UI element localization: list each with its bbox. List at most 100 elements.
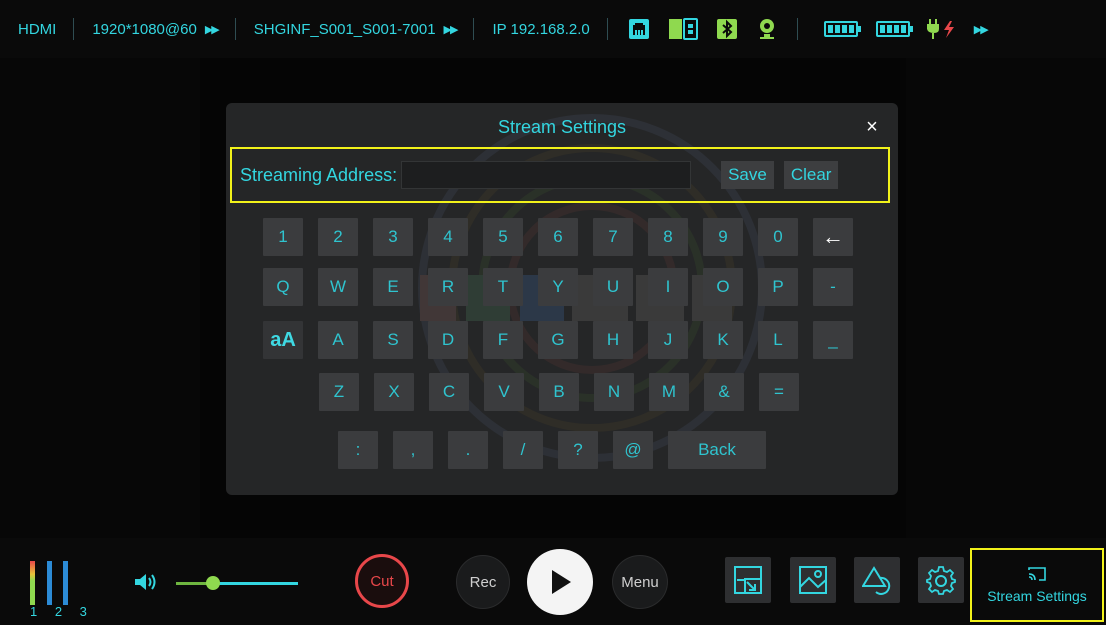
key-p[interactable]: P [758, 268, 798, 306]
audio-meter-1 [30, 561, 35, 605]
key-e[interactable]: E [373, 268, 413, 306]
video-border-right [906, 58, 1106, 538]
back-key[interactable]: Back [668, 431, 766, 469]
volume-slider[interactable] [176, 582, 298, 585]
key-k[interactable]: K [703, 321, 743, 359]
key-9[interactable]: 9 [703, 218, 743, 256]
key-x[interactable]: X [374, 373, 414, 411]
filename-label: SHGINF_S001_S001-7001 [253, 20, 436, 38]
cut-label: Cut [370, 572, 394, 590]
key-a[interactable]: A [318, 321, 358, 359]
pip-button[interactable] [725, 557, 771, 603]
image-icon [799, 566, 827, 594]
ip-label: IP 192.168.2.0 [492, 20, 590, 38]
audio-meter-3 [63, 561, 68, 605]
shapes-button[interactable] [854, 557, 900, 603]
key-n[interactable]: N [594, 373, 634, 411]
cut-button[interactable]: Cut [355, 554, 409, 608]
key-d[interactable]: D [428, 321, 468, 359]
key-5[interactable]: 5 [483, 218, 523, 256]
key-t[interactable]: T [483, 268, 523, 306]
backspace-key[interactable]: ← [813, 218, 853, 256]
key-6[interactable]: 6 [538, 218, 578, 256]
settings-button[interactable] [918, 557, 964, 603]
rec-label: Rec [469, 573, 497, 591]
volume-slider-handle[interactable] [205, 576, 220, 590]
chevron-right-icon: ▶▶ [204, 23, 220, 36]
keyboard-row-2: Q W E R T Y U I O P - [263, 268, 853, 306]
key-r[interactable]: R [428, 268, 468, 306]
dc-power-icon [926, 19, 954, 39]
rec-button[interactable]: Rec [456, 555, 510, 609]
key-m[interactable]: M [649, 373, 689, 411]
key-v[interactable]: V [484, 373, 524, 411]
key-8[interactable]: 8 [648, 218, 688, 256]
key-b[interactable]: B [539, 373, 579, 411]
key-2[interactable]: 2 [318, 218, 358, 256]
key-period[interactable]: . [448, 431, 488, 469]
input-source[interactable]: HDMI [0, 0, 75, 58]
gear-icon [926, 566, 956, 595]
key-7[interactable]: 7 [593, 218, 633, 256]
keyboard-row-4: Z X C V B N M & = [319, 373, 799, 411]
key-l[interactable]: L [758, 321, 798, 359]
key-h[interactable]: H [593, 321, 633, 359]
key-at[interactable]: @ [613, 431, 653, 469]
key-y[interactable]: Y [538, 268, 578, 306]
pip-icon [734, 566, 762, 594]
keyboard-row-1: 1 2 3 4 5 6 7 8 9 0 ← [263, 218, 853, 256]
key-colon[interactable]: : [338, 431, 378, 469]
key-q[interactable]: Q [263, 268, 303, 306]
filename-selector[interactable]: SHGINF_S001_S001-7001 ▶▶ [236, 0, 475, 58]
key-3[interactable]: 3 [373, 218, 413, 256]
key-w[interactable]: W [318, 268, 358, 306]
menu-button[interactable]: Menu [612, 555, 668, 609]
key-j[interactable]: J [648, 321, 688, 359]
key-f[interactable]: F [483, 321, 523, 359]
key-equals[interactable]: = [759, 373, 799, 411]
key-g[interactable]: G [538, 321, 578, 359]
clear-button[interactable]: Clear [783, 161, 839, 189]
key-ampersand[interactable]: & [704, 373, 744, 411]
streaming-address-input[interactable] [401, 161, 692, 189]
image-button[interactable] [790, 557, 836, 603]
ip-address[interactable]: IP 192.168.2.0 [474, 0, 609, 58]
save-button[interactable]: Save [721, 161, 774, 189]
resolution-selector[interactable]: 1920*1080@60 ▶▶ [74, 0, 237, 58]
ethernet-icon[interactable] [628, 18, 650, 40]
streaming-address-row: Streaming Address: Save Clear [230, 147, 890, 203]
webcam-icon[interactable] [756, 18, 778, 40]
key-slash[interactable]: / [503, 431, 543, 469]
chevron-right-icon[interactable]: ▶▶ [974, 23, 989, 36]
speaker-icon[interactable] [134, 572, 158, 592]
key-u[interactable]: U [593, 268, 633, 306]
key-question[interactable]: ? [558, 431, 598, 469]
shapes-icon [862, 566, 891, 595]
case-toggle-key[interactable]: aA [263, 321, 303, 359]
status-icons [608, 0, 798, 58]
key-z[interactable]: Z [319, 373, 359, 411]
key-i[interactable]: I [648, 268, 688, 306]
keyboard-row-5: : , . / ? @ Back [338, 431, 766, 469]
key-underscore[interactable]: _ [813, 321, 853, 359]
key-1[interactable]: 1 [263, 218, 303, 256]
stream-settings-button[interactable]: Stream Settings [970, 548, 1104, 622]
key-0[interactable]: 0 [758, 218, 798, 256]
key-c[interactable]: C [429, 373, 469, 411]
key-dash[interactable]: - [813, 268, 853, 306]
key-comma[interactable]: , [393, 431, 433, 469]
key-s[interactable]: S [373, 321, 413, 359]
key-o[interactable]: O [703, 268, 743, 306]
stream-settings-dialog: Stream Settings × Streaming Address: Sav… [226, 103, 898, 495]
key-4[interactable]: 4 [428, 218, 468, 256]
sd-card-icon[interactable] [668, 18, 698, 40]
bluetooth-icon[interactable] [716, 18, 738, 40]
play-icon [552, 570, 571, 594]
cast-icon [1028, 567, 1046, 581]
close-icon[interactable]: × [860, 115, 884, 139]
play-button[interactable] [527, 549, 593, 615]
audio-meter-labels: 1 2 3 [30, 604, 94, 619]
video-border-left [0, 58, 200, 538]
battery-2-icon [875, 21, 913, 37]
streaming-address-label: Streaming Address: [240, 164, 398, 185]
